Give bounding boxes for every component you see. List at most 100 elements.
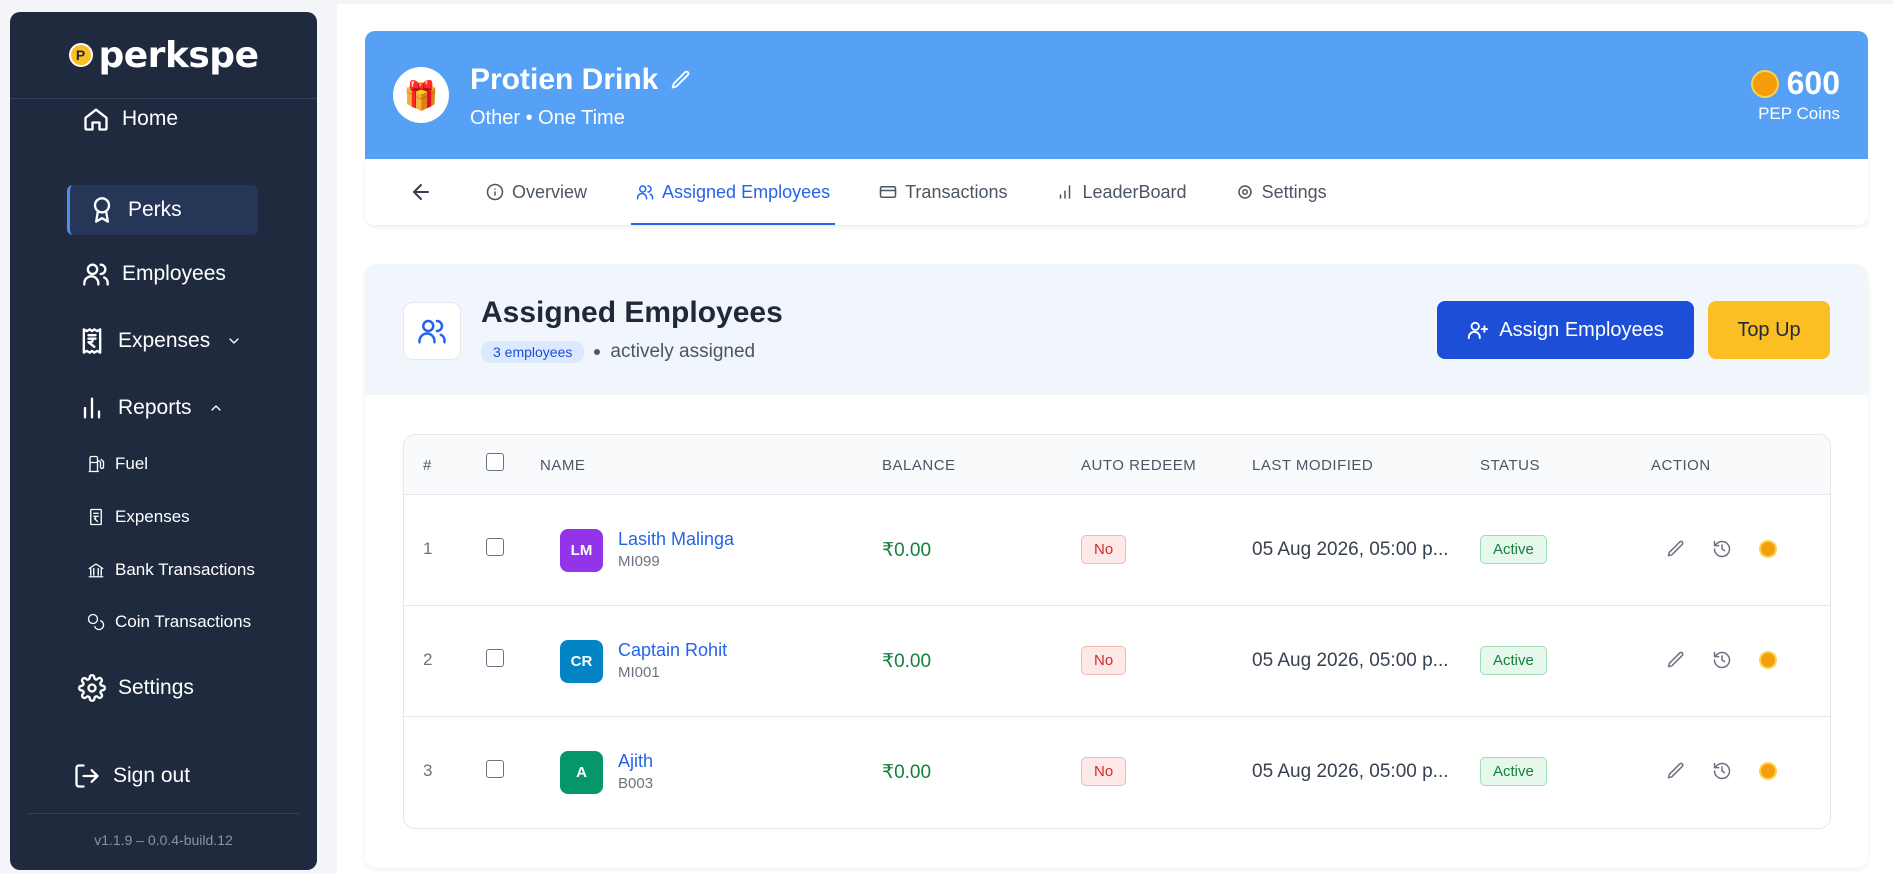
employee-id: B003 [618,775,654,792]
row-checkbox[interactable] [486,649,504,667]
history-icon[interactable] [1712,650,1732,675]
bar-chart-icon [83,397,101,419]
coin-icon[interactable] [1759,762,1777,780]
sidebar-subitem-fuel[interactable]: Fuel [87,454,148,474]
award-icon [93,197,111,223]
row-checkbox[interactable] [486,760,504,778]
row-number: 3 [423,761,433,780]
gift-icon: 🎁 [393,67,449,123]
last-modified-value: 05 Aug 2026, 05:00 p... [1252,539,1449,560]
edit-icon[interactable] [1666,761,1686,786]
sidebar-item-label: Employees [122,262,226,285]
edit-icon[interactable] [1666,539,1686,564]
row-number: 2 [423,650,433,669]
gear-icon [78,674,106,702]
balance-value: ₹0.00 [882,651,932,672]
last-modified-value: 05 Aug 2026, 05:00 p... [1252,650,1449,671]
tab-label: Overview [512,181,588,202]
sidebar-item-label: Settings [118,676,194,699]
row-checkbox[interactable] [486,538,504,556]
table-row: 3 A Ajith B003 ₹0.00 No 05 Aug 2026, 05:… [404,717,1830,828]
status-badge: Active [1480,646,1547,675]
header-auto-redeem: AUTO REDEEM [1081,457,1197,474]
employee-name-link[interactable]: Lasith Malinga [618,529,734,550]
sign-out-label: Sign out [113,764,191,787]
employee-info: Ajith B003 [618,751,653,792]
sidebar-subitem-label: Coin Transactions [115,612,252,631]
row-number: 1 [423,539,433,558]
employee-info: Captain Rohit MI001 [618,640,727,681]
coin-icon [1750,69,1779,98]
coin-icon[interactable] [1759,651,1777,669]
logo[interactable]: P perkspe [10,12,317,99]
tab-label: Transactions [905,181,1008,202]
users-icon [403,302,461,360]
sidebar-item-perks[interactable]: Perks [67,185,258,235]
history-icon[interactable] [1712,539,1732,564]
coin-value: 600 [1786,65,1840,101]
header-status: STATUS [1480,457,1540,474]
sidebar-item-home[interactable]: Home [82,105,178,133]
tab-transactions[interactable]: Transactions [874,159,1012,225]
receipt-icon [82,328,102,354]
auto-redeem-badge: No [1081,535,1127,564]
users-icon [83,263,109,286]
back-arrow-icon[interactable] [409,180,433,204]
header-action: ACTION [1651,457,1711,474]
tab-overview[interactable]: Overview [481,159,592,225]
table-row: 1 LM Lasith Malinga MI099 ₹0.00 No 05 Au… [404,495,1830,606]
coin-balance: 600 PEP Coins [1750,65,1840,124]
perk-subtitle: Other • One Time [470,107,625,129]
logo-text: perkspe [98,34,260,76]
tab-label: LeaderBoard [1082,181,1187,202]
edit-icon[interactable] [670,69,692,91]
sidebar-item-employees[interactable]: Employees [82,260,226,288]
section-subtitle-text: actively assigned [610,341,756,362]
employee-info: Lasith Malinga MI099 [618,529,734,570]
last-modified-value: 05 Aug 2026, 05:00 p... [1252,761,1449,782]
bar-chart-icon [1060,185,1071,199]
history-icon[interactable] [1712,761,1732,786]
tab-settings[interactable]: Settings [1231,159,1332,225]
employee-name-link[interactable]: Ajith [618,751,653,772]
sidebar-item-settings[interactable]: Settings [78,674,194,702]
sidebar-subitem-coin-transactions[interactable]: Coin Transactions [87,612,251,632]
balance-value: ₹0.00 [882,540,932,561]
tab-assigned-employees[interactable]: Assigned Employees [631,159,836,225]
employee-count-badge: 3 employees [481,341,585,363]
assigned-employees-card: Assigned Employees 3 employees actively … [365,264,1868,868]
balance-value: ₹0.00 [882,762,932,783]
tab-leaderboard[interactable]: LeaderBoard [1051,159,1191,225]
tab-label: Assigned Employees [662,181,831,202]
separator-dot [594,349,601,355]
header-num: # [423,457,432,474]
employee-name-link[interactable]: Captain Rohit [618,640,727,661]
bank-icon [88,563,104,578]
edit-icon[interactable] [1666,650,1686,675]
employee-id: MI001 [618,664,660,681]
header-last-modified: LAST MODIFIED [1252,457,1374,474]
employees-table: # NAME BALANCE AUTO REDEEM LAST MODIFIED… [403,434,1831,829]
sidebar-subitem-bank-transactions[interactable]: Bank Transactions [87,560,255,580]
top-up-button[interactable]: Top Up [1708,301,1830,359]
coin-icon[interactable] [1759,540,1777,558]
sidebar-subitem-expenses[interactable]: Expenses [87,507,190,527]
sidebar-subitem-label: Expenses [115,507,190,526]
avatar: CR [560,640,603,683]
coins-icon [87,613,105,631]
sign-out-button[interactable]: Sign out [73,762,190,790]
users-icon [636,185,654,200]
sidebar-item-label: Expenses [118,329,211,352]
assign-employees-button[interactable]: Assign Employees [1437,301,1694,359]
coin-label: PEP Coins [1758,104,1840,123]
sidebar-item-expenses[interactable]: Expenses [78,327,242,355]
fuel-icon [88,455,105,473]
auto-redeem-badge: No [1081,646,1127,675]
perk-header: 🎁 Protien Drink Other • One Time 600 PEP… [365,31,1868,159]
tab-label: Settings [1261,181,1327,202]
status-badge: Active [1480,757,1547,786]
sidebar: P perkspe Home Perks Employees Expenses … [10,12,317,870]
avatar: LM [560,529,603,572]
sidebar-item-reports[interactable]: Reports [78,394,224,422]
select-all-checkbox[interactable] [486,453,504,471]
